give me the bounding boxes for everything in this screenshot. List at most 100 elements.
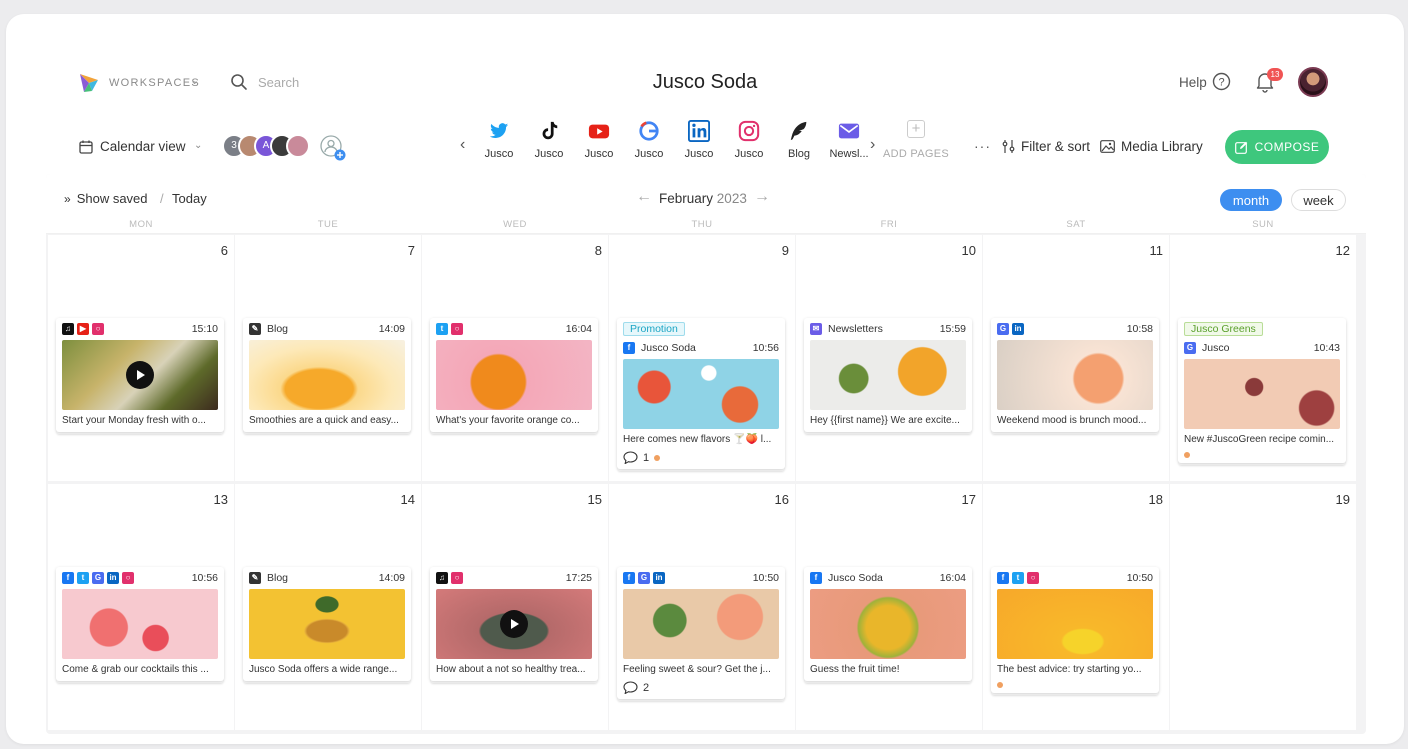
post-card[interactable]: Promotion f Jusco Soda 10:56 Here comes …	[617, 318, 785, 469]
day-cell[interactable]: 13 f t G in ○ 10:56 Come & grab our cock…	[48, 484, 234, 730]
post-header: G in 10:58	[991, 318, 1159, 340]
comment-count: 1	[643, 451, 650, 464]
day-cell[interactable]: 19	[1170, 484, 1356, 730]
post-thumbnail[interactable]	[1184, 359, 1340, 429]
post-card[interactable]: f G in 10:50 Feeling sweet & sour? Get t…	[617, 567, 785, 699]
media-library-icon[interactable]	[1100, 140, 1115, 153]
page-tab-label: Jusco	[684, 148, 714, 160]
workspaces-label[interactable]: WORKSPACES	[109, 77, 200, 89]
member-avatar[interactable]	[286, 134, 310, 158]
pages-prev-arrow[interactable]: ‹	[460, 136, 465, 154]
post-header: ✎ Blog 14:09	[243, 567, 411, 589]
post-caption: Start your Monday fresh with o...	[62, 415, 206, 426]
post-card[interactable]: ♫ ○ 17:25 How about a not so healthy tre…	[430, 567, 598, 681]
help-circle-icon[interactable]: ?	[1212, 72, 1231, 91]
chevron-down-icon[interactable]: ⌄	[194, 140, 202, 151]
help-link[interactable]: Help	[1179, 75, 1207, 90]
day-cell[interactable]: 14 ✎ Blog 14:09 Jusco Soda offers a wide…	[235, 484, 421, 730]
pages-next-arrow[interactable]: ›	[870, 136, 875, 154]
post-thumbnail[interactable]	[997, 589, 1153, 659]
promotion-tag[interactable]: Promotion	[623, 322, 685, 336]
calendar-icon[interactable]	[79, 140, 93, 154]
compose-button[interactable]: COMPOSE	[1225, 130, 1329, 164]
day-cell[interactable]: 16 f G in 10:50 Feeling sweet & sour? Ge…	[609, 484, 795, 730]
post-card[interactable]: f t G in ○ 10:56 Come & grab our cocktai…	[56, 567, 224, 681]
jusco-greens-tag[interactable]: Jusco Greens	[1184, 322, 1263, 336]
post-thumbnail[interactable]	[62, 340, 218, 410]
day-cell[interactable]: 17 f Jusco Soda 16:04 Guess the fruit ti…	[796, 484, 982, 730]
status-dot	[1184, 451, 1190, 458]
post-card[interactable]: t ○ 16:04 What's your favorite orange co…	[430, 318, 598, 432]
facebook-icon: f	[62, 572, 74, 584]
post-thumbnail[interactable]	[810, 340, 966, 410]
post-card[interactable]: ✎ Blog 14:09 Smoothies are a quick and e…	[243, 318, 411, 432]
post-caption: Come & grab our cocktails this ...	[62, 664, 209, 675]
post-thumbnail[interactable]	[249, 340, 405, 410]
post-thumbnail[interactable]	[249, 589, 405, 659]
post-card[interactable]: ✉ Newsletters 15:59 Hey {{first name}} W…	[804, 318, 972, 432]
day-number: 15	[587, 492, 602, 507]
calendar-view-dropdown[interactable]: Calendar view	[100, 139, 186, 154]
more-options-icon[interactable]: ···	[974, 138, 991, 154]
post-header: f t ○ 10:50	[991, 567, 1159, 589]
play-icon[interactable]	[500, 610, 528, 638]
comment-icon[interactable]	[623, 451, 638, 464]
month-year: 2023	[716, 191, 747, 206]
day-cell[interactable]: 6 ♫ ▶ ○ 15:10 Start your Monday fresh wi…	[48, 235, 234, 481]
day-cell[interactable]: 10 ✉ Newsletters 15:59 Hey {{first name}…	[796, 235, 982, 481]
post-header: f Jusco Soda 16:04	[804, 567, 972, 589]
post-card[interactable]: Jusco Greens G Jusco 10:43 New #JuscoGre…	[1178, 318, 1346, 463]
day-cell[interactable]: 11 G in 10:58 Weekend mood is brunch moo…	[983, 235, 1169, 481]
post-card[interactable]: ♫ ▶ ○ 15:10 Start your Monday fresh with…	[56, 318, 224, 432]
post-card[interactable]: f Jusco Soda 16:04 Guess the fruit time!	[804, 567, 972, 681]
status-dot	[997, 681, 1003, 688]
month-view-button[interactable]: month	[1220, 189, 1282, 211]
week-view-button[interactable]: week	[1291, 189, 1346, 211]
arrow-right-icon[interactable]: →	[754, 188, 770, 206]
show-saved-toggle[interactable]: » Show saved	[64, 191, 148, 206]
post-thumbnail[interactable]	[436, 340, 592, 410]
show-saved-label: Show saved	[76, 191, 148, 206]
day-cell[interactable]: 8 t ○ 16:04 What's your favorite orange …	[422, 235, 608, 481]
add-pages-button[interactable]: + ADD PAGES	[878, 120, 954, 160]
twitter-icon: t	[77, 572, 89, 584]
post-thumbnail[interactable]	[623, 359, 779, 429]
today-button[interactable]: Today	[172, 191, 207, 206]
workspace-logo-icon[interactable]	[78, 72, 100, 94]
post-time: 15:59	[939, 323, 966, 335]
media-library-button[interactable]: Media Library	[1121, 139, 1203, 154]
search-input[interactable]	[258, 71, 398, 93]
search-icon[interactable]	[230, 73, 248, 91]
twitter-icon: t	[436, 323, 448, 335]
day-cell[interactable]: 9 Promotion f Jusco Soda 10:56 Here come…	[609, 235, 795, 481]
post-thumbnail[interactable]	[810, 589, 966, 659]
facebook-icon: f	[623, 342, 635, 354]
post-thumbnail[interactable]	[436, 589, 592, 659]
play-icon[interactable]	[126, 361, 154, 389]
day-cell[interactable]: 12 Jusco Greens G Jusco 10:43 New #Jusco…	[1170, 235, 1356, 481]
day-cell[interactable]: 7 ✎ Blog 14:09 Smoothies are a quick and…	[235, 235, 421, 481]
post-caption: Smoothies are a quick and easy...	[249, 415, 399, 426]
user-avatar[interactable]	[1298, 67, 1328, 97]
tiktok-icon: ♫	[436, 572, 448, 584]
arrow-left-icon[interactable]: ←	[636, 188, 652, 206]
post-caption: Here comes new flavors 🍸🍑 l...	[623, 434, 772, 445]
post-thumbnail[interactable]	[623, 589, 779, 659]
post-account: Blog	[267, 323, 289, 335]
post-thumbnail[interactable]	[997, 340, 1153, 410]
chevron-down-icon[interactable]: ⌄	[190, 74, 199, 87]
post-card[interactable]: G in 10:58 Weekend mood is brunch mood..…	[991, 318, 1159, 432]
filter-sort-button[interactable]: Filter & sort	[1021, 139, 1090, 154]
post-card[interactable]: ✎ Blog 14:09 Jusco Soda offers a wide ra…	[243, 567, 411, 681]
day-cell[interactable]: 18 f t ○ 10:50 The best advice: try star…	[983, 484, 1169, 730]
post-account: Jusco Soda	[641, 342, 696, 354]
post-thumbnail[interactable]	[62, 589, 218, 659]
day-cell[interactable]: 15 ♫ ○ 17:25 How about a not so healthy …	[422, 484, 608, 730]
comment-icon[interactable]	[623, 681, 638, 694]
add-member-icon[interactable]	[320, 135, 346, 161]
post-time: 15:10	[191, 323, 218, 335]
tiktok-icon	[542, 121, 558, 140]
filter-icon[interactable]	[1002, 140, 1015, 153]
post-caption: Feeling sweet & sour? Get the j...	[623, 664, 771, 675]
post-card[interactable]: f t ○ 10:50 The best advice: try startin…	[991, 567, 1159, 693]
